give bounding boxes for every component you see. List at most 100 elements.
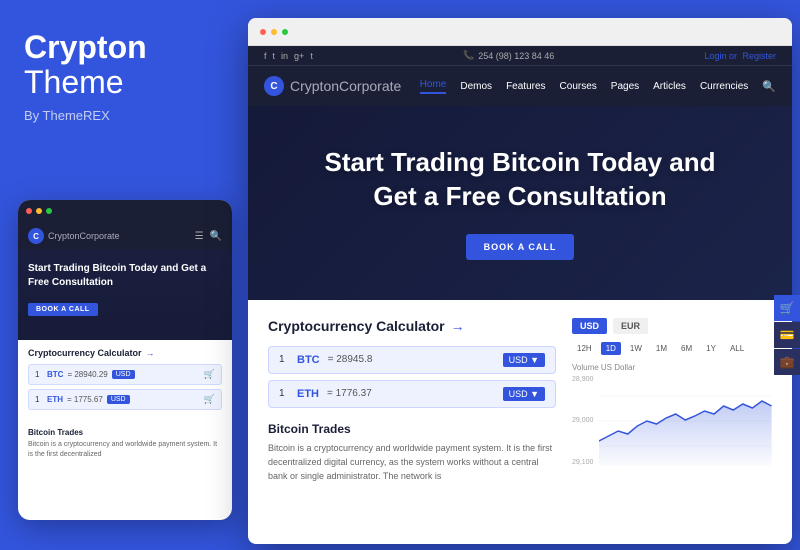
side-btn-card[interactable]: 💳 — [774, 322, 800, 348]
browser-eth-val: = 1776.37 — [327, 388, 372, 399]
mobile-nav: C CryptonCorporate ☰ 🔍 — [18, 222, 232, 250]
y-label-low: 28,900 — [572, 376, 593, 383]
mobile-nav-icons: ☰ 🔍 — [195, 231, 222, 242]
btc-coin: BTC — [47, 370, 63, 379]
eth-amount: 1 — [35, 395, 43, 404]
time-tab-6m[interactable]: 6M — [676, 342, 697, 355]
mobile-calc-row-btc: 1 BTC = 28940.29 USD 🛒 — [28, 364, 222, 385]
browser-search-icon[interactable]: 🔍 — [762, 80, 776, 93]
browser-dot-red — [260, 29, 266, 35]
chart-area — [599, 376, 772, 466]
mobile-bitcoin-title: Bitcoin Trades — [28, 428, 222, 437]
nav-demos[interactable]: Demos — [460, 81, 492, 92]
currency-tab-eur[interactable]: EUR — [613, 318, 648, 334]
nav-features[interactable]: Features — [506, 81, 545, 92]
browser-calc-row-btc: 1 BTC = 28945.8 USD ▼ — [268, 346, 556, 374]
mobile-bitcoin-section: Bitcoin Trades Bitcoin is a cryptocurren… — [18, 422, 232, 466]
browser-logo-text: CryptonCorporate — [290, 78, 401, 94]
time-tab-1d[interactable]: 1D — [601, 342, 621, 355]
browser-hero-button[interactable]: BOOK A CALL — [466, 234, 575, 260]
nav-pages[interactable]: Pages — [611, 81, 639, 92]
dot-green — [46, 208, 52, 214]
browser-chart-panel: USD EUR 12H 1D 1W 1M 6M 1Y ALL Volume US… — [572, 318, 772, 484]
facebook-icon[interactable]: f — [264, 51, 267, 61]
mobile-hero: Start Trading Bitcoin Today and Get a Fr… — [18, 250, 232, 340]
mobile-calc-row-eth: 1 ETH = 1775.67 USD 🛒 — [28, 389, 222, 410]
left-panel: Crypton Theme By ThemeREX C CryptonCorpo… — [0, 0, 240, 550]
currency-tab-usd[interactable]: USD — [572, 318, 607, 334]
browser-btc-coin: BTC — [297, 354, 320, 366]
browser-eth-num: 1 — [279, 388, 289, 399]
browser-hero-title: Start Trading Bitcoin Today andGet a Fre… — [325, 146, 716, 214]
chart-label: Volume US Dollar — [572, 363, 772, 372]
browser-bitcoin-text: Bitcoin is a cryptocurrency and worldwid… — [268, 441, 556, 484]
tumblr-icon[interactable]: t — [310, 51, 313, 61]
search-icon: 🔍 — [210, 231, 222, 242]
mobile-mockup: C CryptonCorporate ☰ 🔍 Start Trading Bit… — [18, 200, 232, 520]
btc-equals: = 28940.29 — [67, 370, 107, 379]
side-btn-wallet[interactable]: 💼 — [774, 349, 800, 375]
menu-icon: ☰ — [195, 231, 204, 242]
twitter-icon[interactable]: t — [273, 51, 276, 61]
side-buttons: 🛒 💳 💼 — [774, 295, 800, 375]
btc-amount: 1 — [35, 370, 43, 379]
brand-subtitle: Theme — [24, 65, 216, 100]
time-tab-12h[interactable]: 12H — [572, 342, 597, 355]
dot-yellow — [36, 208, 42, 214]
browser-eth-currency[interactable]: USD ▼ — [503, 387, 545, 401]
browser-mockup: f t in g+ t 📞 254 (98) 123 84 46 Login o… — [248, 18, 792, 544]
time-tab-1y[interactable]: 1Y — [701, 342, 721, 355]
browser-nav-main: C CryptonCorporate Home Demos Features C… — [248, 66, 792, 106]
mobile-cta-button[interactable]: BOOK A CALL — [28, 303, 98, 316]
currency-tab-group: USD EUR — [572, 318, 772, 334]
time-tab-all[interactable]: ALL — [725, 342, 749, 355]
eth-coin: ETH — [47, 395, 63, 404]
nav-currencies[interactable]: Currencies — [700, 81, 748, 92]
googleplus-icon[interactable]: g+ — [294, 51, 304, 61]
mobile-logo-text: CryptonCorporate — [48, 231, 120, 241]
browser-bitcoin-title: Bitcoin Trades — [268, 422, 556, 436]
browser-logo-icon: C — [264, 76, 284, 96]
mobile-calculator: Cryptocurrency Calculator → 1 BTC = 2894… — [18, 340, 232, 422]
browser-nav-links: Home Demos Features Courses Pages Articl… — [420, 79, 776, 94]
eth-equals: = 1775.67 — [67, 395, 103, 404]
y-label-mid: 29,000 — [572, 417, 593, 424]
browser-bitcoin-section: Bitcoin Trades Bitcoin is a cryptocurren… — [268, 422, 556, 484]
chart-wrapper: 29,100 29,000 28,900 — [572, 376, 772, 466]
nav-home[interactable]: Home — [420, 79, 447, 94]
browser-btc-currency[interactable]: USD ▼ — [503, 353, 545, 367]
chart-y-axis: 29,100 29,000 28,900 — [572, 376, 595, 466]
brand-title: Crypton — [24, 30, 216, 65]
mobile-logo: C CryptonCorporate — [28, 228, 120, 244]
nav-articles[interactable]: Articles — [653, 81, 686, 92]
browser-logo: C CryptonCorporate — [264, 76, 401, 96]
browser-nav-top: f t in g+ t 📞 254 (98) 123 84 46 Login o… — [248, 46, 792, 66]
y-label-high: 29,100 — [572, 459, 593, 466]
browser-dot-yellow — [271, 29, 277, 35]
browser-topbar — [248, 18, 792, 46]
browser-btc-num: 1 — [279, 354, 289, 365]
btc-currency: USD — [112, 370, 135, 379]
time-tab-1m[interactable]: 1M — [651, 342, 672, 355]
nav-courses[interactable]: Courses — [560, 81, 597, 92]
linkedin-icon[interactable]: in — [281, 51, 288, 61]
mobile-topbar — [18, 200, 232, 222]
browser-login: Login or Register — [704, 51, 776, 61]
browser-left-content: Cryptocurrency Calculator → 1 BTC = 2894… — [268, 318, 556, 484]
side-btn-cart[interactable]: 🛒 — [774, 295, 800, 321]
mobile-logo-icon: C — [28, 228, 44, 244]
mobile-calc-title: Cryptocurrency Calculator → — [28, 348, 222, 358]
browser-eth-coin: ETH — [297, 388, 319, 400]
browser-contact: 📞 254 (98) 123 84 46 — [463, 50, 554, 61]
eth-currency: USD — [107, 395, 130, 404]
browser-dot-green — [282, 29, 288, 35]
browser-social-icons: f t in g+ t — [264, 51, 313, 61]
browser-calc-row-eth: 1 ETH = 1776.37 USD ▼ — [268, 380, 556, 408]
browser-btc-val: = 28945.8 — [328, 354, 373, 365]
browser-main: Cryptocurrency Calculator → 1 BTC = 2894… — [248, 300, 792, 502]
browser-nav: f t in g+ t 📞 254 (98) 123 84 46 Login o… — [248, 46, 792, 106]
mobile-bitcoin-text: Bitcoin is a cryptocurrency and worldwid… — [28, 440, 222, 460]
cart-icon: 🛒 — [204, 369, 215, 380]
dot-red — [26, 208, 32, 214]
time-tab-1w[interactable]: 1W — [625, 342, 647, 355]
